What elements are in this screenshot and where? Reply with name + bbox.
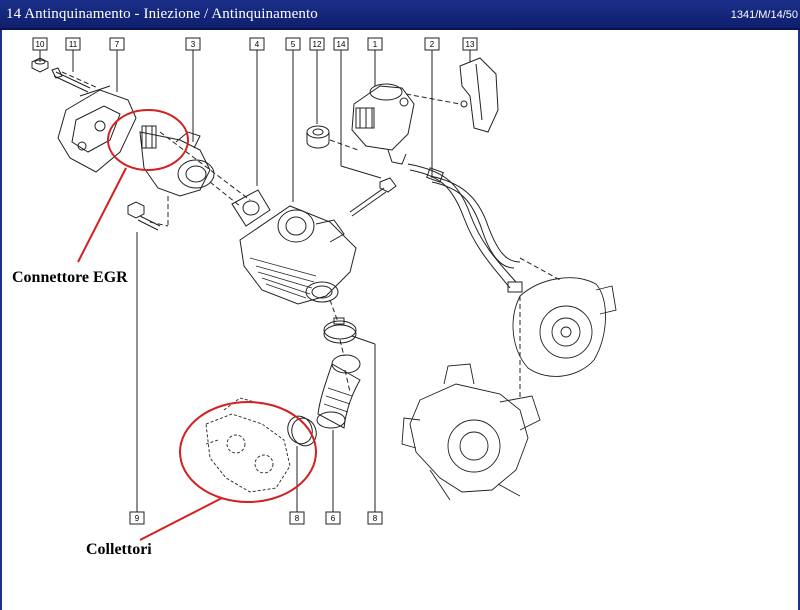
part-clamp-8-upper [323,317,357,344]
tag-12: 12 [309,37,325,51]
tag-9: 9 [129,511,145,525]
svg-text:1: 1 [373,40,378,49]
part-bracket-7 [57,85,137,173]
part-modulator-1 [351,83,415,165]
tag-1: 1 [367,37,383,51]
tag-14: 14 [333,37,349,51]
tag-3: 3 [185,37,201,51]
assembly-axis [61,71,99,89]
svg-text:5: 5 [291,40,296,49]
svg-text:13: 13 [466,40,475,49]
tag-6: 6 [325,511,341,525]
manifold-pointer-line [139,497,223,541]
part-nut-10 [31,57,49,73]
tag-13: 13 [462,37,478,51]
part-bolt-9 [127,201,161,231]
part-intake-housing-5 [239,205,357,305]
assembly-axis [405,93,461,105]
svg-text:11: 11 [69,40,78,49]
svg-text:2: 2 [430,40,435,49]
egr-highlight-circle [107,109,189,171]
tag-8-upper: 8 [367,511,383,525]
part-cap-12 [306,125,330,149]
tag-2: 2 [424,37,440,51]
egr-connector-label: Connettore EGR [12,269,128,286]
part-intake-elbow-6 [316,354,361,429]
exploded-diagram: 10 11 7 3 4 5 12 14 1 2 13 9 8 6 8 Conne… [12,37,617,558]
svg-text:3: 3 [191,40,196,49]
svg-text:14: 14 [337,40,346,49]
svg-text:7: 7 [115,40,120,49]
svg-text:10: 10 [36,40,45,49]
manifold-highlight-circle [179,401,317,503]
svg-text:8: 8 [373,514,378,523]
part-vacuum-hose-2 [407,163,523,293]
tag-5: 5 [285,37,301,51]
part-exhaust-manifold [205,397,291,493]
svg-text:12: 12 [313,40,322,49]
tag-11: 11 [65,37,81,51]
part-stud-11 [51,67,91,93]
svg-text:6: 6 [331,514,336,523]
part-turbocharger [401,277,617,501]
svg-text:4: 4 [255,40,260,49]
part-bracket-13 [459,57,499,133]
assembly-axis [329,139,359,151]
leader-line [340,165,382,179]
tag-10: 10 [32,37,48,51]
egr-pointer-line [77,167,127,263]
tag-7: 7 [109,37,125,51]
part-bolt-14 [349,177,397,217]
part-gasket-4 [231,189,271,227]
svg-text:8: 8 [295,514,300,523]
tag-4: 4 [249,37,265,51]
assembly-axis [519,257,561,281]
manifolds-label: Collettori [86,541,152,558]
svg-text:9: 9 [135,514,140,523]
assembly-axis [159,131,251,201]
tag-8-lower: 8 [289,511,305,525]
